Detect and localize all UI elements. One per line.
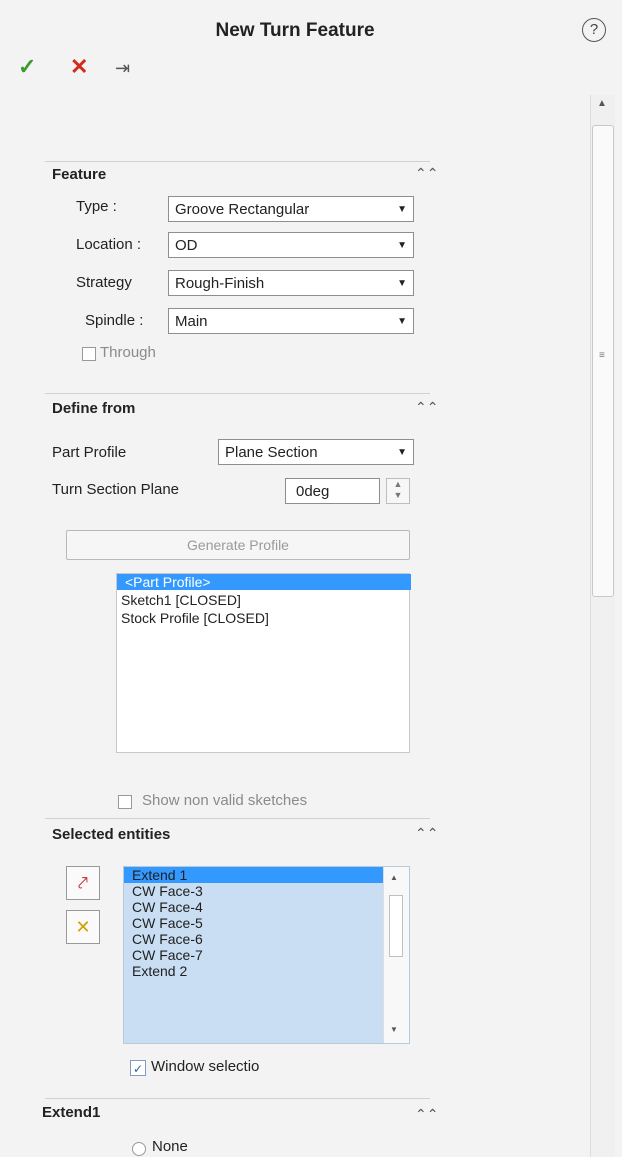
pin-icon[interactable]: ⇥ (115, 58, 130, 79)
chevron-down-icon: ▼ (397, 240, 407, 251)
spindle-value: Main (175, 313, 208, 330)
show-invalid-checkbox[interactable] (118, 795, 132, 809)
list-item[interactable]: Sketch1 [CLOSED] (121, 592, 241, 608)
selected-entities-list[interactable]: Extend 1 CW Face-3 CW Face-4 CW Face-5 C… (123, 866, 410, 1044)
type-select[interactable]: Groove Rectangular ▼ (168, 196, 414, 222)
spindle-label: Spindle : (85, 312, 144, 329)
collapse-icon[interactable]: ⌃⌃ (415, 399, 438, 416)
location-label: Location : (76, 236, 142, 253)
list-item[interactable]: Extend 2 (132, 963, 187, 979)
list-item[interactable]: Stock Profile [CLOSED] (121, 610, 269, 626)
spindle-select[interactable]: Main ▼ (168, 308, 414, 334)
entities-scrollbar[interactable]: ▲ ▼ (383, 867, 409, 1043)
section-divider (45, 393, 430, 394)
collapse-icon[interactable]: ⌃⌃ (415, 1106, 438, 1123)
window-selection-checkbox[interactable]: ✓ (130, 1060, 146, 1076)
strategy-select[interactable]: Rough-Finish ▼ (168, 270, 414, 296)
section-divider (45, 1098, 430, 1099)
reverse-selection-icon[interactable]: ⤤ (66, 866, 100, 900)
type-label: Type : (76, 198, 117, 215)
turn-section-value: 0deg (296, 483, 330, 500)
generate-profile-button[interactable]: Generate Profile (66, 530, 410, 560)
list-item[interactable]: CW Face-5 (132, 915, 203, 931)
section-divider (45, 818, 430, 819)
location-value: OD (175, 237, 198, 254)
location-select[interactable]: OD ▼ (168, 232, 414, 258)
list-item[interactable]: CW Face-7 (132, 947, 203, 963)
clear-selection-icon[interactable]: ✕ (66, 910, 100, 944)
part-profile-value: Plane Section (225, 444, 318, 461)
window-title: New Turn Feature (215, 20, 375, 41)
angle-stepper[interactable]: ▲ ▼ (386, 478, 410, 504)
scroll-down-icon[interactable]: ▼ (390, 1025, 398, 1034)
collapse-icon[interactable]: ⌃⌃ (415, 165, 438, 182)
none-radio[interactable] (132, 1142, 146, 1156)
list-item[interactable]: CW Face-4 (132, 899, 203, 915)
turn-section-input[interactable]: 0deg (285, 478, 380, 504)
ok-icon[interactable]: ✓ (18, 54, 36, 80)
chevron-down-icon: ▼ (397, 316, 407, 327)
scroll-up-icon[interactable]: ▲ (390, 873, 398, 882)
part-profile-label: Part Profile (52, 444, 127, 461)
collapse-icon[interactable]: ⌃⌃ (415, 825, 438, 842)
scroll-thumb[interactable] (389, 895, 403, 957)
strategy-label: Strategy (76, 274, 132, 291)
strategy-value: Rough-Finish (175, 275, 265, 292)
help-icon[interactable]: ? (582, 18, 606, 42)
profile-list[interactable]: <Part Profile> Sketch1 [CLOSED] Stock Pr… (116, 573, 411, 753)
none-label: None (152, 1138, 188, 1155)
define-from-section-title[interactable]: Define from (52, 400, 135, 417)
list-item[interactable]: <Part Profile> (117, 574, 411, 590)
feature-section-title[interactable]: Feature (52, 166, 106, 183)
show-invalid-label: Show non valid sketches (142, 792, 308, 809)
scroll-up-icon[interactable]: ▲ (597, 98, 607, 109)
window-selection-label: Window selectio (151, 1058, 260, 1075)
selected-entities-section-title[interactable]: Selected entities (52, 826, 170, 843)
chevron-down-icon: ▼ (397, 447, 407, 458)
through-checkbox[interactable] (82, 347, 96, 361)
list-item[interactable]: CW Face-6 (132, 931, 203, 947)
scroll-grip-icon: ≡ (599, 350, 605, 361)
chevron-down-icon: ▼ (397, 204, 407, 215)
through-label: Through (100, 344, 156, 361)
chevron-down-icon: ▼ (397, 278, 407, 289)
cancel-icon[interactable]: ✕ (70, 54, 88, 80)
extend1-section-title[interactable]: Extend1 (42, 1104, 100, 1121)
list-item[interactable]: Extend 1 (124, 867, 386, 883)
section-divider (45, 161, 430, 162)
turn-section-label: Turn Section Plane (52, 481, 180, 498)
part-profile-select[interactable]: Plane Section ▼ (218, 439, 414, 465)
type-value: Groove Rectangular (175, 201, 310, 218)
scroll-thumb[interactable] (592, 125, 614, 597)
list-item[interactable]: CW Face-3 (132, 883, 203, 899)
